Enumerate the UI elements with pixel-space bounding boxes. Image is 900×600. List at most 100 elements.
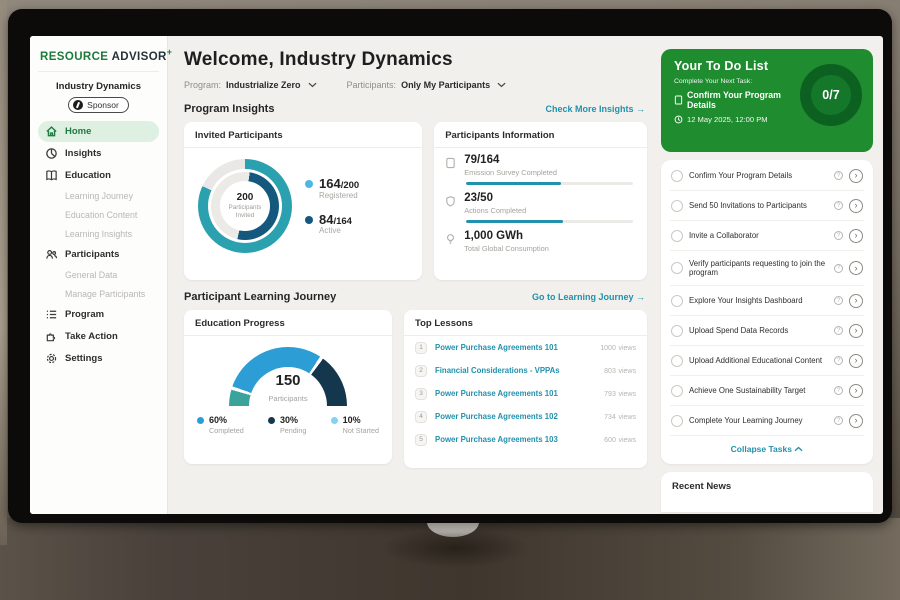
help-icon[interactable]: ? bbox=[834, 356, 843, 365]
task-row: Achieve One Sustainability Target ? › bbox=[670, 376, 864, 406]
education-icon bbox=[45, 169, 58, 182]
legend-item-registered: 164/200 Registered bbox=[305, 177, 359, 200]
task-checkbox[interactable] bbox=[671, 170, 683, 182]
stat-actions-completed: 23/50 Actions Completed bbox=[434, 186, 647, 223]
legend-dot bbox=[305, 216, 313, 224]
task-checkbox[interactable] bbox=[671, 355, 683, 367]
page-title: Welcome, Industry Dynamics bbox=[184, 49, 647, 71]
chevron-right-icon[interactable]: › bbox=[849, 261, 863, 275]
invited-participants-card: Invited Participants 200 Participants In… bbox=[184, 122, 422, 280]
task-checkbox[interactable] bbox=[671, 385, 683, 397]
sidebar-item-program[interactable]: Program bbox=[38, 304, 159, 325]
sponsor-badge[interactable]: Sponsor bbox=[68, 97, 129, 113]
sidebar-item-label: Home bbox=[65, 126, 91, 137]
go-to-learning-journey-link[interactable]: Go to Learning Journey → bbox=[532, 292, 645, 302]
help-icon[interactable]: ? bbox=[834, 416, 843, 425]
education-gauge-chart: 150 Participants bbox=[229, 347, 347, 406]
task-row: Invite a Collaborator ? › bbox=[670, 221, 864, 251]
task-row: Upload Spend Data Records ? › bbox=[670, 316, 864, 346]
sidebar-item-insights[interactable]: Insights bbox=[38, 143, 159, 164]
arrow-right-icon: → bbox=[636, 292, 645, 302]
sidebar-item-manage-participants[interactable]: Manage Participants bbox=[38, 285, 159, 303]
task-row: Send 50 Invitations to Participants ? › bbox=[670, 191, 864, 221]
help-icon[interactable]: ? bbox=[834, 264, 843, 273]
chevron-right-icon[interactable]: › bbox=[849, 384, 863, 398]
sidebar-item-take-action[interactable]: Take Action bbox=[38, 326, 159, 347]
org-name: Industry Dynamics bbox=[38, 81, 159, 92]
chevron-right-icon[interactable]: › bbox=[849, 294, 863, 308]
screen: RESOURCE ADVISOR+ Industry Dynamics Spon… bbox=[30, 36, 883, 514]
document-icon bbox=[674, 95, 683, 105]
progress-bar bbox=[466, 182, 633, 186]
task-checkbox[interactable] bbox=[671, 415, 683, 427]
card-title: Top Lessons bbox=[404, 310, 647, 336]
chevron-right-icon[interactable]: › bbox=[849, 414, 863, 428]
section-title: Participant Learning Journey bbox=[184, 291, 336, 303]
donut-center-value: 200 bbox=[237, 192, 254, 203]
participants-filter-label: Participants: bbox=[347, 80, 397, 90]
legend-item-completed: 60%Completed bbox=[197, 415, 244, 435]
chevron-right-icon[interactable]: › bbox=[849, 324, 863, 338]
home-icon bbox=[45, 125, 58, 138]
task-checkbox[interactable] bbox=[671, 295, 683, 307]
gauge-legend: 60%Completed 30%Pending 10%Not Started bbox=[184, 409, 392, 435]
program-insights-header: Program Insights Check More Insights → bbox=[184, 103, 645, 115]
task-checkbox[interactable] bbox=[671, 230, 683, 242]
insights-icon bbox=[45, 147, 58, 160]
todo-due-date: 12 May 2025, 12:00 PM bbox=[674, 115, 800, 124]
participants-information-card: Participants Information 79/164 Emission… bbox=[434, 122, 647, 280]
help-icon[interactable]: ? bbox=[834, 326, 843, 335]
chevron-up-icon bbox=[794, 446, 803, 452]
gauge-center-value: 150 bbox=[229, 373, 347, 388]
lesson-link[interactable]: Power Purchase Agreements 101 bbox=[435, 389, 596, 398]
todo-panel: Your To Do List Complete Your Next Task:… bbox=[659, 36, 883, 514]
sidebar-item-participants[interactable]: Participants bbox=[38, 244, 159, 265]
task-checkbox[interactable] bbox=[671, 200, 683, 212]
help-icon[interactable]: ? bbox=[834, 171, 843, 180]
sidebar-item-education[interactable]: Education bbox=[38, 165, 159, 186]
invited-donut-chart: 200 Participants Invited bbox=[198, 159, 292, 253]
lesson-row: 5 Power Purchase Agreements 103 600 view… bbox=[404, 428, 647, 451]
sidebar-item-learning-insights[interactable]: Learning Insights bbox=[38, 225, 159, 243]
sidebar-item-learning-journey[interactable]: Learning Journey bbox=[38, 187, 159, 205]
todo-header-card: Your To Do List Complete Your Next Task:… bbox=[661, 49, 873, 152]
task-checkbox[interactable] bbox=[671, 262, 683, 274]
actions-icon bbox=[445, 195, 456, 207]
top-lessons-card: Top Lessons 1 Power Purchase Agreements … bbox=[404, 310, 647, 468]
chevron-right-icon[interactable]: › bbox=[849, 199, 863, 213]
sidebar-item-settings[interactable]: Settings bbox=[38, 348, 159, 369]
program-filter[interactable]: Program: Industrialize Zero bbox=[184, 80, 317, 90]
lesson-link[interactable]: Power Purchase Agreements 103 bbox=[435, 435, 596, 444]
education-progress-card: Education Progress 150 Participants 60%C… bbox=[184, 310, 392, 464]
chevron-right-icon[interactable]: › bbox=[849, 354, 863, 368]
help-icon[interactable]: ? bbox=[834, 386, 843, 395]
progress-bar bbox=[466, 220, 633, 224]
lesson-link[interactable]: Power Purchase Agreements 102 bbox=[435, 412, 596, 421]
insights-cards-row: Invited Participants 200 Participants In… bbox=[184, 122, 647, 280]
task-row: Verify participants requesting to join t… bbox=[670, 251, 864, 286]
section-title: Program Insights bbox=[184, 103, 274, 115]
collapse-tasks-link[interactable]: Collapse Tasks bbox=[670, 436, 864, 463]
help-icon[interactable]: ? bbox=[834, 296, 843, 305]
sidebar-item-education-content[interactable]: Education Content bbox=[38, 206, 159, 224]
participants-filter[interactable]: Participants: Only My Participants bbox=[347, 80, 507, 90]
chevron-down-icon bbox=[497, 82, 506, 88]
sidebar-item-general-data[interactable]: General Data bbox=[38, 266, 159, 284]
sidebar-item-home[interactable]: Home bbox=[38, 121, 159, 142]
lesson-link[interactable]: Financial Considerations - VPPAs bbox=[435, 366, 596, 375]
task-checkbox[interactable] bbox=[671, 325, 683, 337]
task-row: Upload Additional Educational Content ? … bbox=[670, 346, 864, 376]
legend-dot bbox=[197, 417, 204, 424]
help-icon[interactable]: ? bbox=[834, 201, 843, 210]
lesson-link[interactable]: Power Purchase Agreements 101 bbox=[435, 343, 592, 352]
chevron-right-icon[interactable]: › bbox=[849, 229, 863, 243]
legend-item-not-started: 10%Not Started bbox=[331, 415, 379, 435]
take-action-icon bbox=[45, 330, 58, 343]
check-more-insights-link[interactable]: Check More Insights → bbox=[545, 104, 645, 114]
app-logo: RESOURCE ADVISOR+ bbox=[38, 45, 159, 72]
lesson-rank: 2 bbox=[415, 365, 427, 377]
chevron-right-icon[interactable]: › bbox=[849, 169, 863, 183]
wall-edge bbox=[0, 0, 7, 545]
task-row: Explore Your Insights Dashboard ? › bbox=[670, 286, 864, 316]
help-icon[interactable]: ? bbox=[834, 231, 843, 240]
